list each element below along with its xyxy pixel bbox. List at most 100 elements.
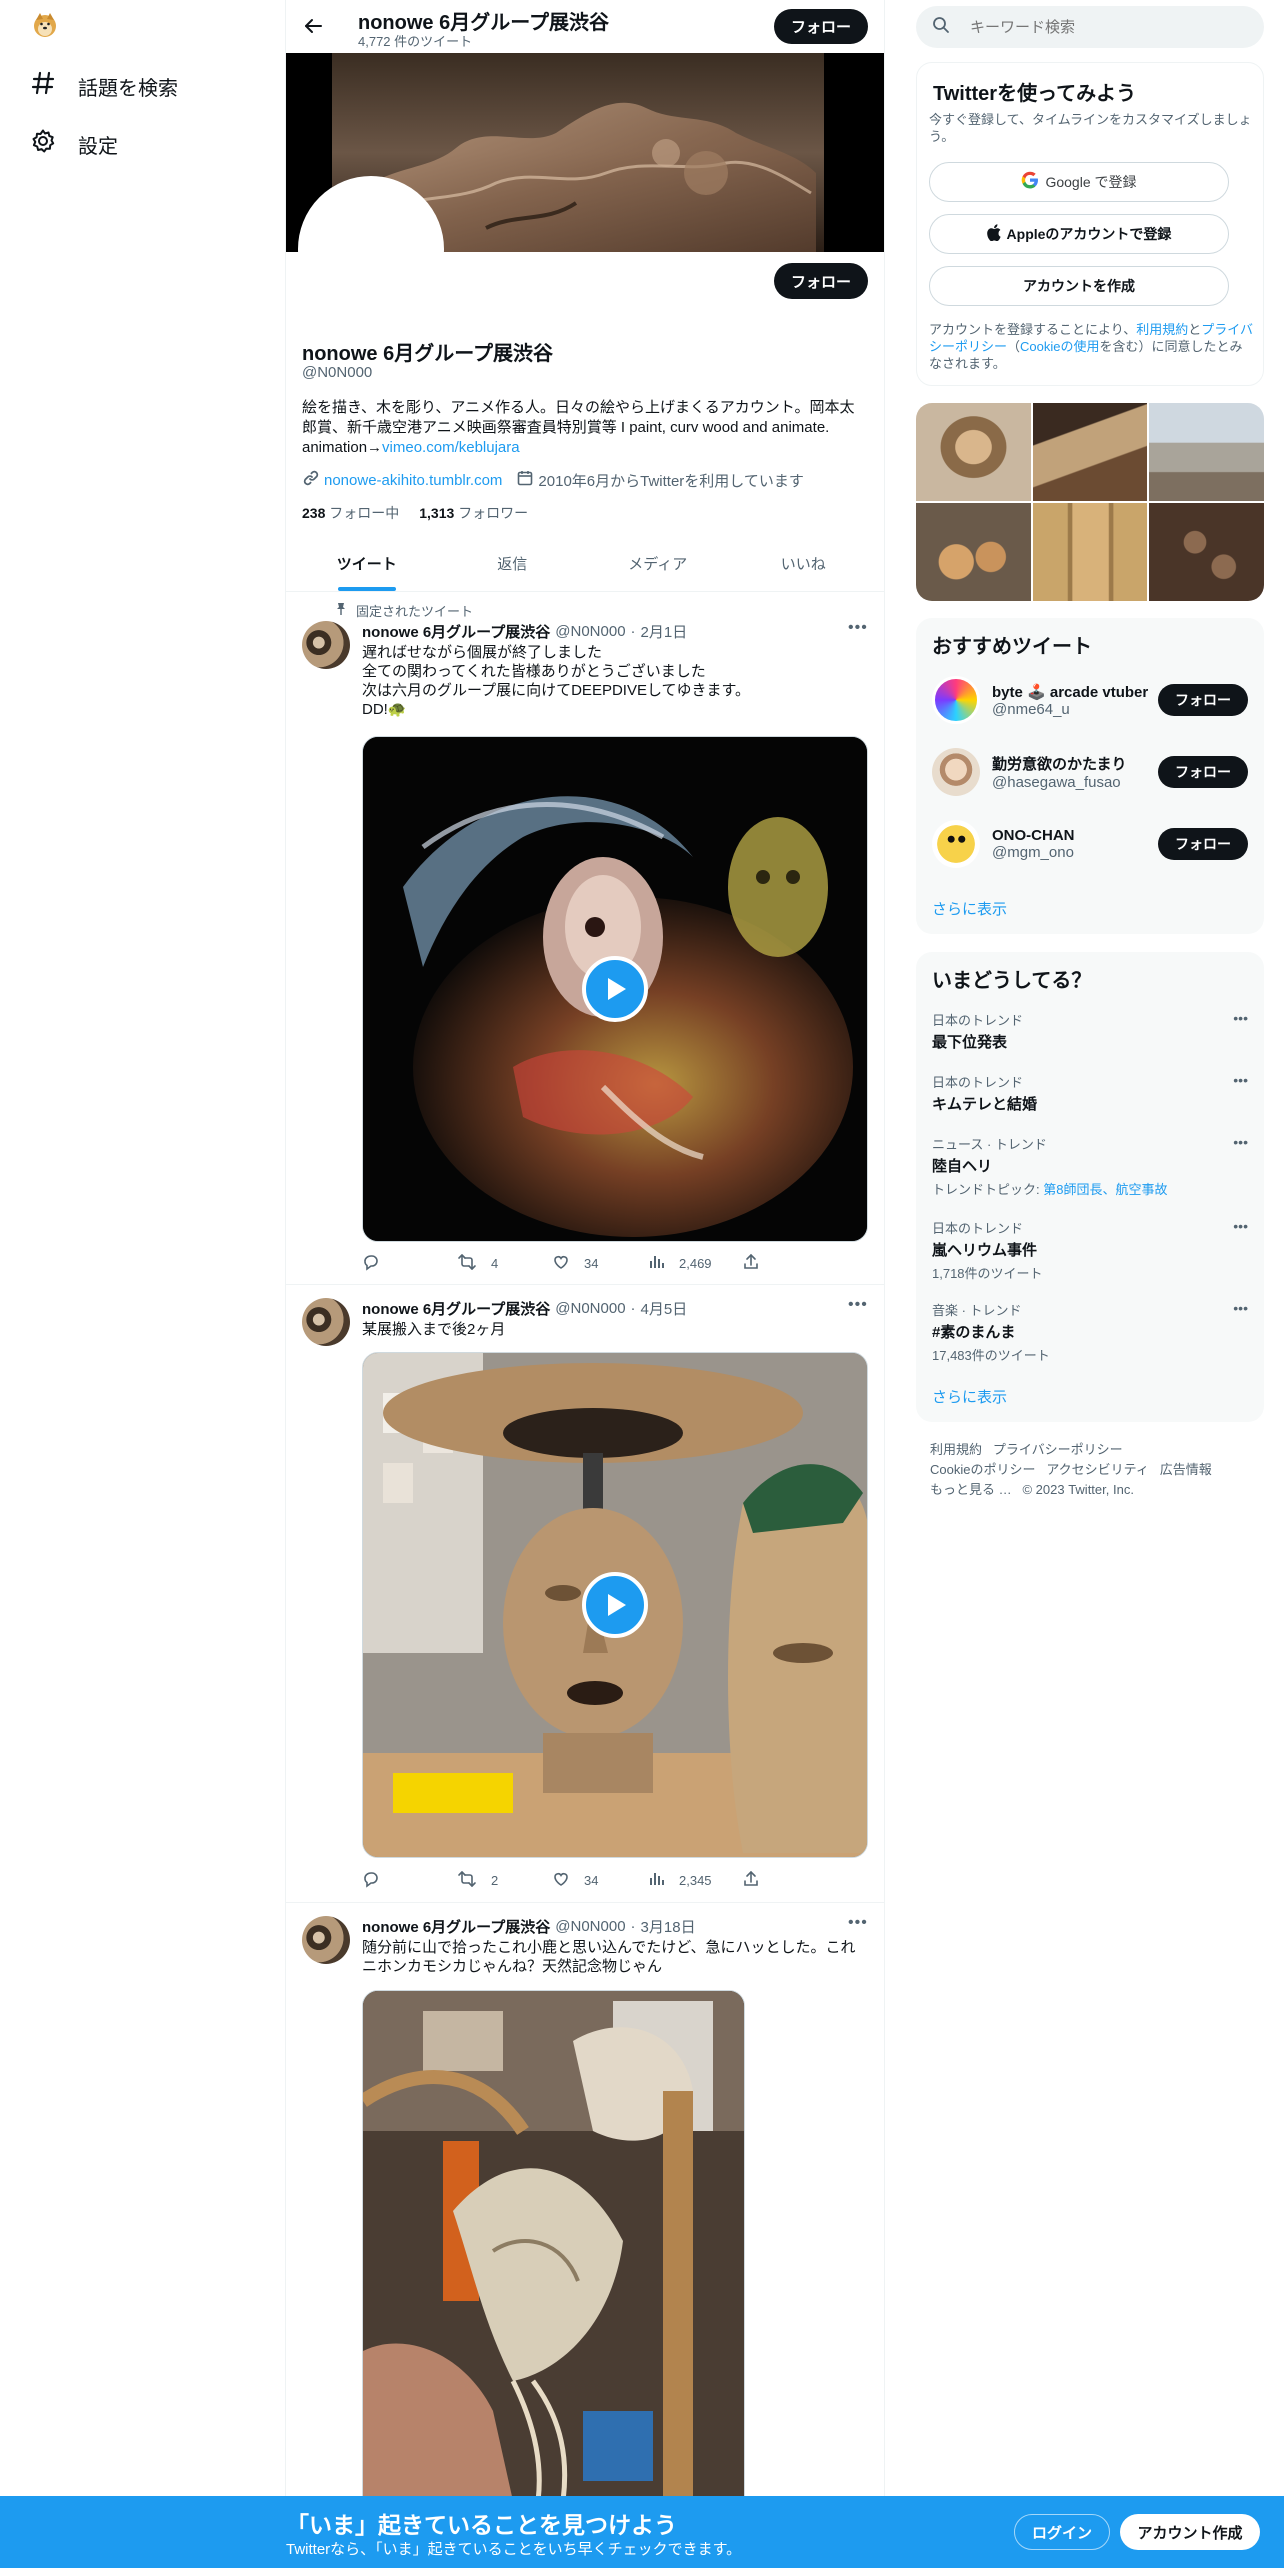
trends-panel: いまどうしてる？ 日本のトレンド 最下位発表 ••• 日本のトレンド キムテレと… [916,952,1264,1422]
share-icon [742,1870,760,1891]
share-button[interactable] [742,1253,760,1274]
trend-topics[interactable]: 第8師団長、航空事故 [1043,1182,1167,1197]
tweet-text: 遅ればせながら個展が終了しました 全ての関わってくれた皆様ありがとうございました… [362,644,751,718]
views-button[interactable]: 2,469 [647,1253,742,1274]
trend-item[interactable]: ニュース · トレンド 陸自ヘリ トレンドトピック: 第8師団長、航空事故 ••… [932,1134,1248,1198]
more-icon[interactable]: ••• [848,1914,868,1932]
more-icon[interactable]: ••• [1233,1134,1248,1150]
back-arrow-icon[interactable] [302,15,324,42]
trend-name: 最下位発表 [932,1034,1008,1051]
google-signup-button[interactable]: Google で登録 [929,162,1229,202]
avatar[interactable] [302,621,350,669]
follow-button[interactable]: フォロー [1158,684,1248,716]
footer-link[interactable]: Cookieのポリシー [930,1462,1035,1477]
trend-item[interactable]: 日本のトレンド 最下位発表 ••• [932,1010,1248,1052]
trend-item[interactable]: 日本のトレンド キムテレと結婚 ••• [932,1072,1248,1114]
tab-label: いいね [780,556,826,573]
footer-link[interactable]: もっと見る … [930,1482,1012,1497]
terms-link[interactable]: 利用規約 [1136,322,1188,337]
follow-button[interactable]: フォロー [1158,828,1248,860]
media-thumb[interactable] [916,503,1031,601]
search-icon [932,16,950,39]
more-icon[interactable]: ••• [1233,1072,1248,1088]
more-icon[interactable]: ••• [1233,1010,1248,1026]
tweet-video[interactable] [362,736,868,1242]
tweet-photo[interactable] [362,1990,745,2500]
following-stat[interactable]: 238 フォロー中 [302,503,399,523]
recommended-user[interactable]: 勤労意欲のかたまり @hasegawa_fusao フォロー [916,736,1264,808]
tweet[interactable]: nonowe 6月グループ展渋谷 @N0N000 · 4月5日 ••• 某展搬入… [286,1286,884,1903]
recommended-user[interactable]: byte 🕹️ arcade vtuber @nme64_u フォロー [916,664,1264,736]
footer-link[interactable]: 利用規約 [930,1442,982,1457]
play-icon[interactable] [582,956,648,1022]
more-icon[interactable]: ••• [1233,1300,1248,1316]
footer-link[interactable]: プライバシーポリシー [993,1442,1123,1457]
retweet-button[interactable]: 2 [457,1870,552,1891]
like-button[interactable]: 34 [552,1870,647,1891]
trend-name: 陸自ヘリ [932,1158,993,1175]
reply-button[interactable] [362,1870,457,1891]
bio-vimeo-link[interactable]: vimeo.com/keblujara [382,439,520,456]
trend-item[interactable]: 日本のトレンド 嵐ヘリウム事件 1,718件のツイート ••• [932,1218,1248,1282]
tab-likes[interactable]: いいね [731,538,877,591]
retweet-button[interactable]: 4 [457,1253,552,1274]
sidebar-item-settings[interactable]: 設定 [30,128,118,160]
more-icon[interactable]: ••• [1233,1218,1248,1234]
search-input[interactable] [970,18,1230,36]
trends-show-more[interactable]: さらに表示 [932,1386,1007,1407]
media-thumb[interactable] [1032,503,1148,601]
footer-link[interactable]: アクセシビリティ [1046,1462,1149,1477]
tweet[interactable]: nonowe 6月グループ展渋谷 @N0N000 · 3月18日 ••• 随分前… [286,1904,884,2568]
tweet-header: nonowe 6月グループ展渋谷 @N0N000 · 2月1日 [362,621,687,642]
share-button[interactable] [742,1870,760,1891]
tab-replies[interactable]: 返信 [440,538,586,591]
profile-avatar[interactable] [298,176,444,322]
play-icon[interactable] [582,1572,648,1638]
signup-button[interactable]: アカウント作成 [1120,2514,1260,2550]
tweet[interactable]: 固定されたツイート nonowe 6月グループ展渋谷 @N0N000 · 2月1… [286,593,884,1285]
website-link[interactable]: nonowe-akihito.tumblr.com [324,472,502,489]
views-button[interactable]: 2,345 [647,1870,742,1891]
cookie-link[interactable]: Cookieの使用 [1020,339,1099,354]
like-button[interactable]: 34 [552,1253,647,1274]
recommended-user[interactable]: ONO-CHAN @mgm_ono フォロー [916,808,1264,880]
following-count: 238 [302,505,326,521]
trend-item[interactable]: 音楽 · トレンド #素のまんま 17,483件のツイート ••• [932,1300,1248,1364]
tweet-date[interactable]: 4月5日 [641,1298,688,1319]
media-thumb[interactable] [916,403,1031,501]
tweet-author-name[interactable]: nonowe 6月グループ展渋谷 [362,621,550,642]
profile-follow-button[interactable]: フォロー [774,263,868,299]
media-thumb[interactable] [1149,503,1264,601]
hash-icon [30,70,56,102]
tweet-handle[interactable]: @N0N000 [555,623,625,640]
tweet-date[interactable]: 2月1日 [641,621,688,642]
sidebar-item-explore[interactable]: 話題を検索 [30,70,178,102]
search-box[interactable] [916,6,1264,48]
tweet-date[interactable]: 3月18日 [641,1916,696,1937]
login-button[interactable]: ログイン [1014,2514,1110,2550]
tweet-author-name[interactable]: nonowe 6月グループ展渋谷 [362,1916,550,1937]
followers-stat[interactable]: 1,313 フォロワー [419,503,528,523]
media-thumb[interactable] [1149,403,1264,501]
recommended-show-more[interactable]: さらに表示 [932,898,1007,919]
follow-button[interactable]: フォロー [1158,756,1248,788]
header-follow-button[interactable]: フォロー [774,9,868,44]
trend-name: キムテレと結婚 [932,1096,1038,1113]
tweet-video[interactable] [362,1352,868,1858]
more-icon[interactable]: ••• [848,619,868,637]
sidebar-item-label: 設定 [78,135,118,158]
more-icon[interactable]: ••• [848,1296,868,1314]
tweet-handle[interactable]: @N0N000 [555,1918,625,1935]
media-thumb[interactable] [1032,403,1148,501]
avatar[interactable] [302,1298,350,1346]
tweet-author-name[interactable]: nonowe 6月グループ展渋谷 [362,1298,550,1319]
tab-tweets[interactable]: ツイート [294,538,440,591]
tweet-handle[interactable]: @N0N000 [555,1300,625,1317]
tab-media[interactable]: メディア [585,538,731,591]
footer-link[interactable]: 広告情報 [1160,1462,1212,1477]
apple-signup-button[interactable]: Appleのアカウントで登録 [929,214,1229,254]
create-account-button[interactable]: アカウントを作成 [929,266,1229,306]
reply-button[interactable] [362,1253,457,1274]
doge-logo[interactable] [32,12,58,38]
avatar[interactable] [302,1916,350,1964]
